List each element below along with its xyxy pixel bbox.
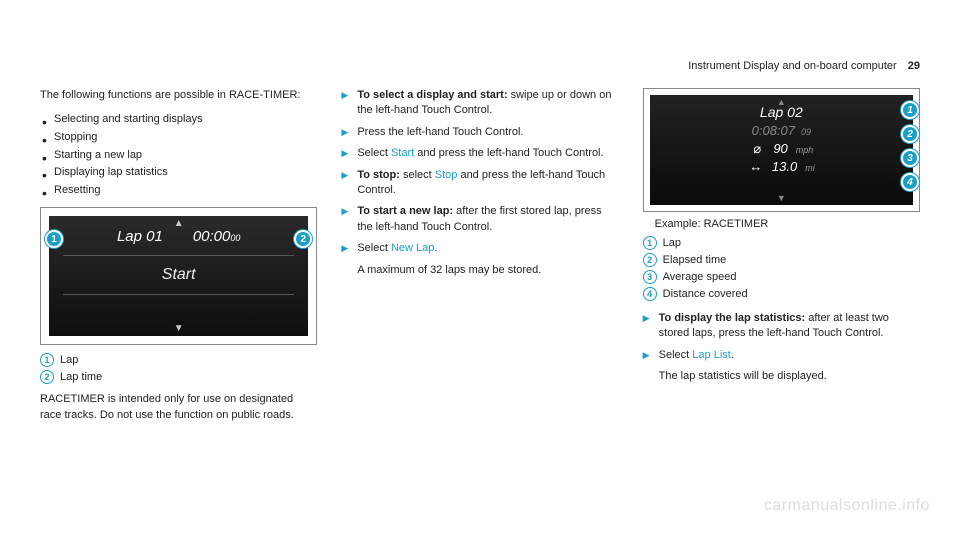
sub-note-2: The lap statistics will be displayed. <box>643 369 920 384</box>
list-item: Displaying lap statistics <box>40 164 317 182</box>
instruction-item: To stop: select Stop and press the left-… <box>341 168 618 199</box>
elapsed-time: 0:08:0709 <box>660 123 903 138</box>
racetimer-screen-2: ▲ Lap 02 0:08:0709 ⌀ 90 mph ↔ 13.0 mi ▼ … <box>650 95 913 205</box>
lap-time: 00:0000 <box>193 228 241 245</box>
distance-icon: ↔ <box>748 159 764 174</box>
legend-num: 1 <box>643 236 657 250</box>
chevron-down-icon: ▼ <box>174 323 184 334</box>
functions-list: Selecting and starting displays Stopping… <box>40 111 317 199</box>
callout-3: 3 <box>901 149 919 167</box>
chevron-down-icon: ▼ <box>777 193 786 203</box>
instruction-item: To display the lap statistics: after at … <box>643 311 920 342</box>
instruction-item: To select a display and start: swipe up … <box>341 88 618 119</box>
sub-note: A maximum of 32 laps may be stored. <box>341 263 618 278</box>
legend-num: 1 <box>40 353 54 367</box>
instruction-list: To select a display and start: swipe up … <box>341 88 618 257</box>
start-label: Start <box>49 266 308 284</box>
figure-2: ▲ Lap 02 0:08:0709 ⌀ 90 mph ↔ 13.0 mi ▼ … <box>643 88 920 212</box>
column-3: ▲ Lap 02 0:08:0709 ⌀ 90 mph ↔ 13.0 mi ▼ … <box>643 88 920 431</box>
chevron-up-icon: ▲ <box>174 218 184 229</box>
legend-item: 2 Lap time <box>40 370 317 384</box>
list-item: Selecting and starting displays <box>40 111 317 129</box>
legend-num: 4 <box>643 287 657 301</box>
chevron-up-icon: ▲ <box>777 97 786 107</box>
legend-text: Average speed <box>663 271 737 283</box>
list-item: Resetting <box>40 182 317 200</box>
callout-4: 4 <box>901 173 919 191</box>
legend-num: 2 <box>643 253 657 267</box>
callout-2: 2 <box>294 230 312 248</box>
column-1: The following functions are possible in … <box>40 88 317 431</box>
instruction-item: Select New Lap. <box>341 241 618 256</box>
instruction-item: Press the left-hand Touch Control. <box>341 125 618 140</box>
figure-2-caption: Example: RACETIMER <box>643 218 920 230</box>
instruction-item: To start a new lap: after the first stor… <box>341 204 618 235</box>
figure-1-legend: 1 Lap 2 Lap time <box>40 353 317 384</box>
intro-text: The following functions are possible in … <box>40 88 317 103</box>
legend-item: 2 Elapsed time <box>643 253 920 267</box>
divider <box>63 255 294 256</box>
legend-text: Lap time <box>60 371 102 383</box>
lap-label: Lap 01 <box>117 228 163 245</box>
list-item: Stopping <box>40 129 317 147</box>
legend-item: 4 Distance covered <box>643 287 920 301</box>
divider <box>63 294 294 295</box>
callout-1: 1 <box>901 101 919 119</box>
legend-text: Distance covered <box>663 288 748 300</box>
legend-item: 1 Lap <box>643 236 920 250</box>
note-text: RACETIMER is intended only for use on de… <box>40 392 317 423</box>
legend-text: Lap <box>60 354 78 366</box>
page-header: Instrument Display and on-board computer… <box>688 60 920 72</box>
content-columns: The following functions are possible in … <box>40 88 920 431</box>
legend-item: 3 Average speed <box>643 270 920 284</box>
avg-speed-row: ⌀ 90 mph <box>660 141 903 157</box>
legend-text: Elapsed time <box>663 254 727 266</box>
list-item: Starting a new lap <box>40 147 317 165</box>
distance-row: ↔ 13.0 mi <box>660 159 903 174</box>
header-title: Instrument Display and on-board computer <box>688 60 897 72</box>
page-number: 29 <box>908 60 920 72</box>
legend-num: 3 <box>643 270 657 284</box>
figure-1: ▲ Lap 01 00:0000 Start ▼ 1 2 <box>40 207 317 345</box>
legend-text: Lap <box>663 237 681 249</box>
callout-1: 1 <box>45 230 63 248</box>
racetimer-screen-1: ▲ Lap 01 00:0000 Start ▼ 1 2 <box>49 216 308 336</box>
instruction-item: Select Lap List. <box>643 348 920 363</box>
watermark: carmanualsonline.info <box>764 497 930 515</box>
figure-2-legend: 1 Lap 2 Elapsed time 3 Average speed 4 D… <box>643 236 920 301</box>
average-icon: ⌀ <box>749 141 765 157</box>
legend-num: 2 <box>40 370 54 384</box>
instruction-list-2: To display the lap statistics: after at … <box>643 311 920 363</box>
callout-2: 2 <box>901 125 919 143</box>
column-2: To select a display and start: swipe up … <box>341 88 618 431</box>
legend-item: 1 Lap <box>40 353 317 367</box>
instruction-item: Select Start and press the left-hand Tou… <box>341 146 618 161</box>
